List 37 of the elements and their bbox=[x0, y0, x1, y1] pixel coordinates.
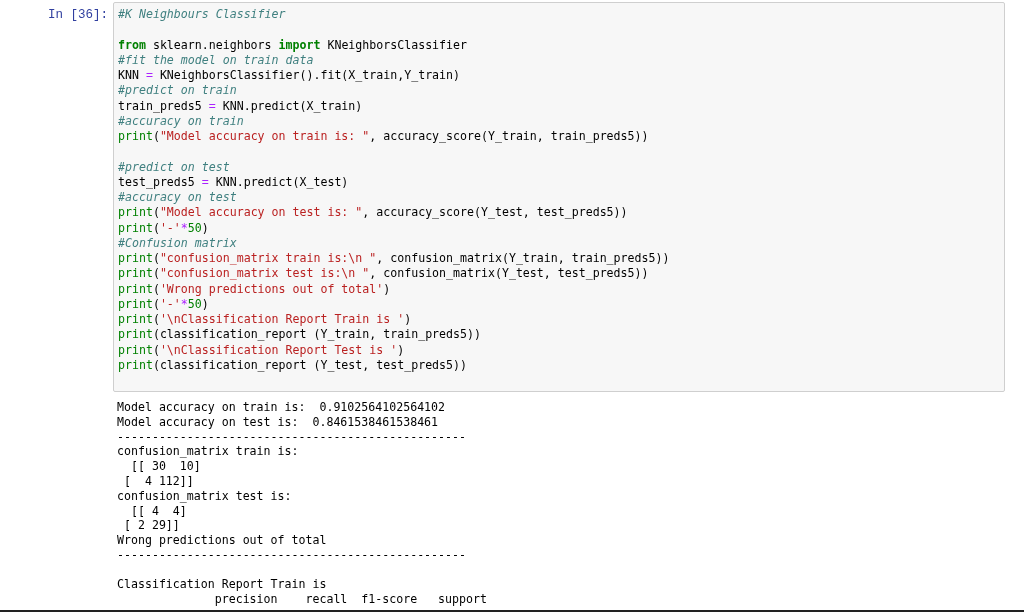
code-line: print('-'*50) bbox=[118, 220, 210, 236]
code-cell[interactable] bbox=[113, 2, 1005, 392]
code-line: print("confusion_matrix train is:\n ", confusion_matrix(Y_train, train_preds5)) bbox=[118, 251, 671, 267]
output-line: -------------------------------------------------- bbox=[117, 429, 467, 445]
code-line: print("Model accuracy on test is: ", accuracy_score(Y_test, test_preds5)) bbox=[118, 205, 629, 221]
output-line: [ 2 29]] bbox=[122, 518, 181, 534]
code-line: print("confusion_matrix test is:\n ", confusion_matrix(Y_test, test_preds5)) bbox=[118, 266, 650, 282]
code-line: print(classification_report (Y_train, train_preds5)) bbox=[118, 327, 482, 343]
code-line: print('-'*50) bbox=[118, 296, 210, 312]
code-line: train_preds5 = KNN.predict(X_train) bbox=[118, 98, 364, 114]
output-line: -------------------------------------------------- bbox=[117, 547, 467, 563]
code-line: print("Model accuracy on train is: ", accuracy_score(Y_train, train_preds5)) bbox=[118, 129, 650, 145]
code-line: print('\nClassification Report Train is ') bbox=[118, 312, 413, 328]
code-line: KNN = KNeighborsClassifier().fit(X_train,Y_train) bbox=[118, 68, 462, 84]
output-line: Model accuracy on train is: 0.9102564102564102 bbox=[117, 399, 447, 415]
output-line: [[ 4 4] bbox=[129, 503, 188, 519]
output-line: Model accuracy on test is: 0.8461538461538461 bbox=[117, 414, 440, 430]
output-line: confusion_matrix test is: bbox=[117, 488, 293, 504]
code-line: #accuracy on test bbox=[118, 190, 238, 206]
code-line: print('Wrong predictions out of total') bbox=[118, 281, 392, 297]
output-line: confusion_matrix train is: bbox=[117, 444, 300, 460]
code-line: #Confusion matrix bbox=[118, 235, 238, 251]
output-line: [[ 30 10] bbox=[129, 459, 202, 474]
input-prompt: In [36]: bbox=[48, 7, 109, 22]
code-line: from sklearn.neighbors import KNeighborsClassifier bbox=[118, 36, 469, 53]
output-line: precision recall f1-score support bbox=[213, 592, 488, 608]
code-line: #K Neighbours Classifier bbox=[118, 7, 287, 23]
output-line: Wrong predictions out of total bbox=[117, 533, 328, 548]
code-line: #predict on test bbox=[118, 158, 231, 175]
code-line: #accuracy on train bbox=[118, 113, 245, 129]
code-line: print('\nClassification Report Test is ') bbox=[118, 342, 406, 358]
code-line: #predict on train bbox=[118, 83, 238, 99]
output-line: [ 4 112]] bbox=[122, 473, 195, 489]
output-line: Classification Report Train is bbox=[117, 576, 328, 593]
code-line: #fit the model on train data bbox=[118, 52, 315, 68]
code-line: test_preds5 = KNN.predict(X_test) bbox=[118, 174, 350, 190]
code-line: print(classification_report (Y_test, test_preds5)) bbox=[118, 357, 468, 373]
